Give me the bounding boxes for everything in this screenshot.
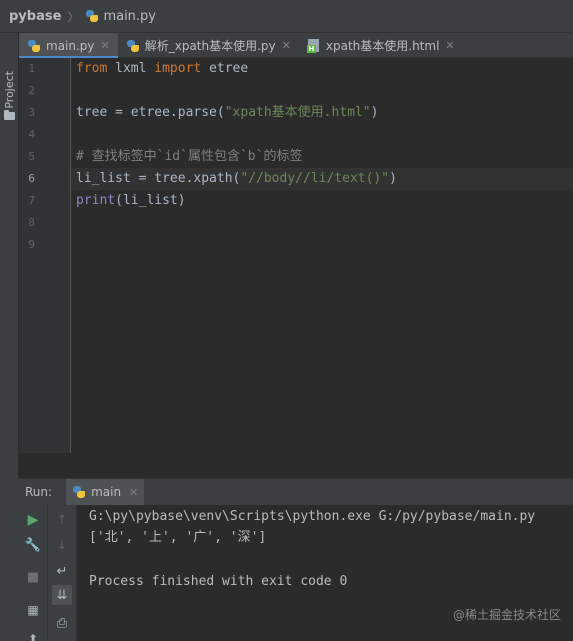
rerun-icon[interactable]: ▶ xyxy=(23,510,43,530)
python-file-icon xyxy=(85,9,99,23)
keyword-from: from xyxy=(76,61,108,76)
breadcrumb: pybase 〉 main.py xyxy=(0,0,573,33)
scroll-to-end-icon[interactable]: ⇊ xyxy=(52,585,72,605)
tab-label: 解析_xpath基本使用.py xyxy=(144,39,276,53)
stop-icon[interactable]: ■ xyxy=(23,567,43,587)
python-file-icon xyxy=(72,485,86,499)
html-file-icon: H xyxy=(306,38,321,53)
code-line-1: from lxml import etree xyxy=(76,58,248,80)
close-icon[interactable]: ✕ xyxy=(101,39,110,52)
keyword-import: import xyxy=(154,61,202,76)
breadcrumb-file[interactable]: main.py xyxy=(85,9,156,24)
console-line: ['北', '上', '广', '深'] xyxy=(89,530,267,545)
close-icon[interactable]: ✕ xyxy=(282,39,291,52)
tab-xpath-html[interactable]: H xpath基本使用.html ✕ xyxy=(299,33,463,58)
folder-icon xyxy=(4,109,15,120)
print-icon[interactable]: ⎙ xyxy=(52,613,72,633)
code-line-6: li_list = tree.xpath("//body//li/text()"… xyxy=(76,168,397,190)
module-name: lxml xyxy=(107,61,155,76)
run-toolbar: ▶ 🔧 ■ ▦ ⬆ xyxy=(19,505,48,641)
code-text: tree = etree.parse( xyxy=(76,105,225,120)
code-line-7: print(li_list) xyxy=(76,190,186,212)
project-tool-tab[interactable]: Project xyxy=(0,71,19,127)
wrench-icon[interactable]: 🔧 xyxy=(23,535,43,555)
tab-label: main.py xyxy=(46,38,95,53)
editor-bottom-area xyxy=(19,453,573,478)
line-number: 6 xyxy=(28,172,35,185)
project-tool-tab-label: Project xyxy=(3,71,16,109)
run-tab-label: main xyxy=(91,485,122,499)
breadcrumb-file-label: main.py xyxy=(103,8,156,24)
line-number: 4 xyxy=(28,128,35,141)
close-icon[interactable]: ✕ xyxy=(129,486,138,499)
run-panel-header: Run: main ✕ xyxy=(19,478,573,506)
layout-icon[interactable]: ▦ xyxy=(23,600,43,620)
builtin-print: print xyxy=(76,193,116,208)
code-line-5-comment: # 查找标签中`id`属性包含`b`的标签 xyxy=(76,149,303,164)
line-number: 8 xyxy=(28,216,35,229)
run-tab-main[interactable]: main ✕ xyxy=(66,478,145,506)
code-text: (li_list) xyxy=(115,193,186,208)
arrow-down-icon[interactable]: ↓ xyxy=(52,535,72,555)
left-tool-strip: Project xyxy=(0,33,19,478)
string-literal: "//body//li/text()" xyxy=(240,171,390,186)
console-line: Process finished with exit code 0 xyxy=(89,574,348,589)
line-number: 7 xyxy=(28,194,35,207)
tab-main-py[interactable]: main.py ✕ xyxy=(19,33,118,59)
code-text: li_list = tree.xpath( xyxy=(76,171,241,186)
pin-icon[interactable]: ⬆ xyxy=(23,629,43,641)
soft-wrap-icon[interactable]: ↵ xyxy=(52,561,72,581)
code-editor[interactable]: from lxml import etree tree = etree.pars… xyxy=(71,58,573,453)
run-toolbar-secondary: ↑ ↓ ↵ ⇊ ⎙ xyxy=(48,505,77,641)
breadcrumb-separator-icon: 〉 xyxy=(67,9,80,24)
run-label: Run: xyxy=(25,485,53,499)
breadcrumb-project[interactable]: pybase xyxy=(9,9,61,24)
watermark: @稀土掘金技术社区 xyxy=(452,608,561,622)
run-left-strip xyxy=(0,478,19,641)
tab-label: xpath基本使用.html xyxy=(325,39,440,53)
code-text: ) xyxy=(370,105,379,120)
editor-tabs: main.py ✕ 解析_xpath基本使用.py ✕ H xpath基本使用.… xyxy=(19,33,573,59)
line-number: 2 xyxy=(28,84,35,97)
line-number: 1 xyxy=(28,62,35,75)
tab-xpath-py[interactable]: 解析_xpath基本使用.py ✕ xyxy=(118,33,299,58)
python-file-icon xyxy=(126,39,140,53)
line-number: 9 xyxy=(28,238,35,251)
line-number-gutter[interactable]: 1 2 3 4 5 6 7 8 9 xyxy=(19,58,71,453)
line-number: 3 xyxy=(28,106,35,119)
line-number: 5 xyxy=(28,150,35,163)
console-line: G:\py\pybase\venv\Scripts\python.exe G:/… xyxy=(89,509,536,524)
arrow-up-icon[interactable]: ↑ xyxy=(52,510,72,530)
import-name: etree xyxy=(201,61,249,76)
python-file-icon xyxy=(27,39,41,53)
code-line-3: tree = etree.parse("xpath基本使用.html") xyxy=(76,102,378,124)
string-literal: "xpath基本使用.html" xyxy=(224,105,371,120)
close-icon[interactable]: ✕ xyxy=(445,39,454,52)
code-text: ) xyxy=(389,171,397,186)
